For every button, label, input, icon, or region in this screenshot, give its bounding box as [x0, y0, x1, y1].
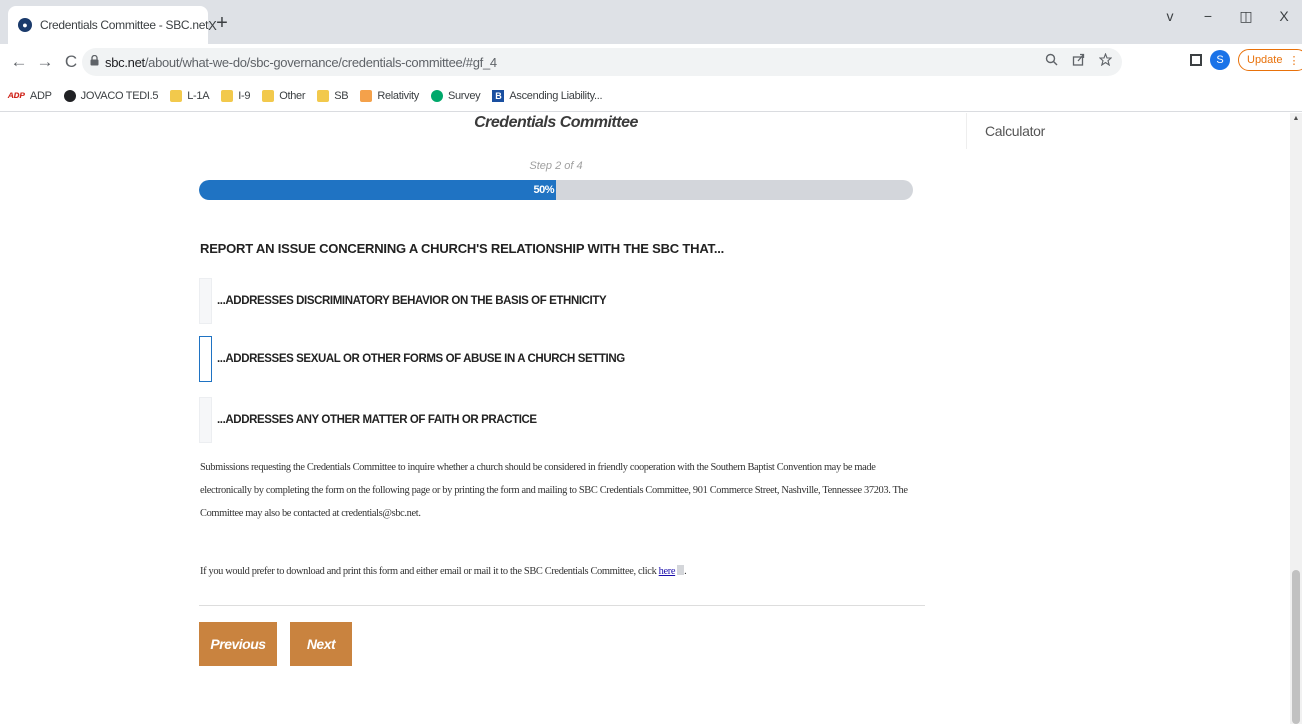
choice-other-matter[interactable]: ...ADDRESSES ANY OTHER MATTER OF FAITH O…: [199, 397, 537, 443]
bookmark-sb[interactable]: SB: [317, 89, 349, 102]
download-instructions: If you would prefer to download and prin…: [200, 565, 687, 577]
bookmark-jovaco[interactable]: JOVACO TEDI.5: [63, 89, 159, 102]
zoom-icon[interactable]: [1045, 53, 1058, 69]
relativity-icon: [360, 89, 373, 102]
form-title: Credentials Committee: [474, 114, 638, 131]
question-heading: REPORT AN ISSUE CONCERNING A CHURCH'S RE…: [200, 241, 725, 256]
page-content: Credentials Committee Calculator Step 2 …: [0, 113, 1290, 724]
url-text: sbc.net/about/what-we-do/sbc-governance/…: [105, 54, 497, 70]
bookmark-relativity[interactable]: Relativity: [360, 89, 419, 102]
update-label: Update: [1247, 54, 1283, 66]
bookmark-other[interactable]: Other: [262, 89, 306, 102]
choice-radio[interactable]: [199, 397, 212, 443]
progress-percent: 50%: [533, 184, 554, 196]
previous-button[interactable]: Previous: [199, 622, 277, 666]
scroll-thumb[interactable]: [1292, 570, 1300, 724]
jovaco-icon: [63, 89, 76, 102]
download-here-link[interactable]: here: [659, 566, 676, 577]
choice-label: ...ADDRESSES ANY OTHER MATTER OF FAITH O…: [217, 414, 537, 426]
choice-label: ...ADDRESSES SEXUAL OR OTHER FORMS OF AB…: [217, 353, 625, 365]
reload-button[interactable]: C: [58, 49, 84, 75]
bookmark-survey[interactable]: Survey: [430, 89, 481, 102]
side-panel-icon[interactable]: [1190, 54, 1202, 66]
folder-icon: [317, 89, 330, 102]
omnibox-icons: [1045, 52, 1113, 69]
folder-icon: [221, 89, 234, 102]
scroll-up-icon[interactable]: ▲: [1290, 115, 1302, 122]
update-button[interactable]: Update ⋮: [1238, 49, 1302, 71]
choice-ethnicity[interactable]: ...ADDRESSES DISCRIMINATORY BEHAVIOR ON …: [199, 278, 607, 324]
window-controls: v − ◫ X: [1160, 8, 1294, 25]
choice-label: ...ADDRESSES DISCRIMINATORY BEHAVIOR ON …: [217, 295, 607, 307]
page-scrollbar[interactable]: ▲: [1290, 113, 1302, 724]
survey-icon: [430, 89, 443, 102]
restore-button[interactable]: ◫: [1236, 8, 1256, 25]
tab-title: Credentials Committee - SBC.net: [40, 18, 209, 32]
progress-fill: 50%: [199, 180, 556, 200]
next-button[interactable]: Next: [290, 622, 352, 666]
sidebar-calculator-link[interactable]: Calculator: [966, 113, 1146, 149]
bookmark-adp[interactable]: ᴀᴅᴘ ADP: [8, 90, 52, 102]
bookmark-ascending-liability[interactable]: B Ascending Liability...: [492, 89, 603, 102]
tab-search-icon[interactable]: v: [1160, 8, 1180, 25]
browser-tab[interactable]: ● Credentials Committee - SBC.net X: [8, 6, 217, 44]
form-divider: [199, 605, 925, 606]
tab-strip: ● Credentials Committee - SBC.net X + v …: [0, 0, 1302, 44]
choice-radio[interactable]: [199, 336, 212, 382]
forward-button[interactable]: →: [32, 49, 58, 75]
choice-radio[interactable]: [199, 278, 212, 324]
bookmark-l1a[interactable]: L-1A: [170, 89, 210, 102]
browser-toolbar: ← → C sbc.net/about/what-we-do/sbc-gover…: [0, 44, 1302, 80]
kebab-menu-icon: ⋮: [1288, 54, 1300, 67]
b-icon: B: [492, 89, 505, 102]
lock-icon[interactable]: [90, 54, 99, 69]
bookmark-i9[interactable]: I-9: [221, 89, 251, 102]
bookmarks-bar: ᴀᴅᴘ ADP JOVACO TEDI.5 L-1A I-9 Other SB R…: [0, 80, 1302, 112]
progress-bar: 50%: [199, 180, 913, 200]
choice-abuse[interactable]: ...ADDRESSES SEXUAL OR OTHER FORMS OF AB…: [199, 336, 625, 382]
bookmark-star-icon[interactable]: [1098, 52, 1113, 69]
new-tab-button[interactable]: +: [210, 12, 234, 36]
profile-avatar[interactable]: S: [1210, 50, 1230, 70]
back-button[interactable]: ←: [6, 49, 32, 75]
step-indicator: Step 2 of 4: [529, 160, 583, 172]
minimize-button[interactable]: −: [1198, 8, 1218, 25]
folder-icon: [170, 89, 183, 102]
form-description: Submissions requesting the Credentials C…: [200, 462, 908, 519]
close-window-button[interactable]: X: [1274, 8, 1294, 25]
adp-icon: ᴀᴅᴘ: [8, 89, 25, 101]
toolbar-right: S Update ⋮: [1190, 49, 1302, 71]
share-icon[interactable]: [1072, 53, 1085, 69]
folder-icon: [262, 89, 275, 102]
sbc-logo-icon: ●: [18, 18, 32, 32]
address-bar[interactable]: sbc.net/about/what-we-do/sbc-governance/…: [82, 48, 1122, 76]
